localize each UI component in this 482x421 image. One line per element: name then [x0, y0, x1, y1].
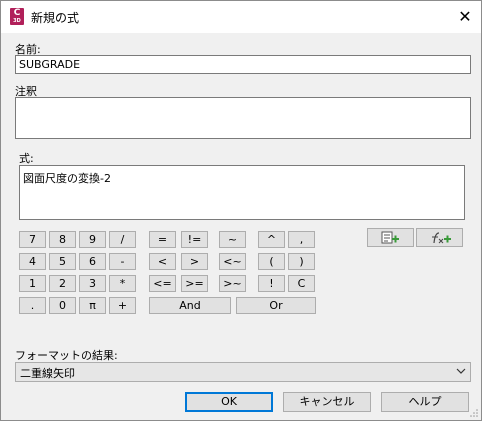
insert-function-icon	[432, 232, 451, 244]
key-approx[interactable]: ~	[219, 231, 246, 248]
note-textarea[interactable]	[15, 97, 471, 139]
key-less-equal[interactable]: <=	[149, 275, 176, 292]
help-button[interactable]: ヘルプ	[381, 392, 469, 412]
insert-property-icon	[381, 231, 399, 244]
key-greater-equal[interactable]: >=	[181, 275, 208, 292]
app-icon-letter: C	[13, 8, 21, 18]
key-5[interactable]: 5	[49, 253, 76, 270]
expression-editor[interactable]: 図面尺度の変換-2	[19, 165, 465, 220]
key-plus[interactable]: +	[109, 297, 136, 314]
chevron-down-icon	[456, 364, 466, 381]
insert-property-button[interactable]	[367, 228, 414, 247]
format-result-dropdown[interactable]: 二重線矢印	[15, 362, 471, 382]
key-close-paren[interactable]: )	[288, 253, 315, 270]
key-comma[interactable]: ,	[288, 231, 315, 248]
expression-label: 式:	[19, 152, 34, 165]
insert-function-button[interactable]	[416, 228, 463, 247]
name-input[interactable]	[15, 55, 471, 74]
key-6[interactable]: 6	[79, 253, 106, 270]
key-and[interactable]: And	[149, 297, 231, 314]
key-greater[interactable]: >	[181, 253, 208, 270]
cancel-button[interactable]: キャンセル	[283, 392, 371, 412]
key-0[interactable]: 0	[49, 297, 76, 314]
key-1[interactable]: 1	[19, 275, 46, 292]
key-7[interactable]: 7	[19, 231, 46, 248]
key-minus[interactable]: -	[109, 253, 136, 270]
title-bar: C 3D 新規の式 ✕	[1, 1, 481, 33]
key-decimal[interactable]: .	[19, 297, 46, 314]
key-open-paren[interactable]: (	[258, 253, 285, 270]
ok-button[interactable]: OK	[185, 392, 273, 412]
key-power[interactable]: ^	[258, 231, 285, 248]
format-result-label: フォーマットの結果:	[15, 349, 118, 362]
key-8[interactable]: 8	[49, 231, 76, 248]
format-result-value: 二重線矢印	[20, 367, 75, 380]
key-3[interactable]: 3	[79, 275, 106, 292]
key-9[interactable]: 9	[79, 231, 106, 248]
key-less[interactable]: <	[149, 253, 176, 270]
window-title: 新規の式	[31, 11, 80, 25]
app-icon-sub: 3D	[13, 18, 21, 24]
key-multiply[interactable]: *	[109, 275, 136, 292]
key-not[interactable]: !	[258, 275, 285, 292]
key-divide[interactable]: /	[109, 231, 136, 248]
close-icon[interactable]: ✕	[453, 5, 477, 29]
key-equals[interactable]: =	[149, 231, 176, 248]
key-or[interactable]: Or	[236, 297, 316, 314]
key-greater-approx[interactable]: >~	[219, 275, 246, 292]
civil3d-app-icon: C 3D	[10, 8, 24, 25]
key-clear[interactable]: C	[288, 275, 315, 292]
resize-grip-icon[interactable]	[469, 408, 479, 418]
key-4[interactable]: 4	[19, 253, 46, 270]
key-not-equals[interactable]: !=	[181, 231, 208, 248]
key-2[interactable]: 2	[49, 275, 76, 292]
key-pi[interactable]: π	[79, 297, 106, 314]
key-less-approx[interactable]: <~	[219, 253, 246, 270]
new-expression-dialog: C 3D 新規の式 ✕ 名前: 注釈 式: 図面尺度の変換-2 7 8 9 / …	[0, 0, 482, 421]
